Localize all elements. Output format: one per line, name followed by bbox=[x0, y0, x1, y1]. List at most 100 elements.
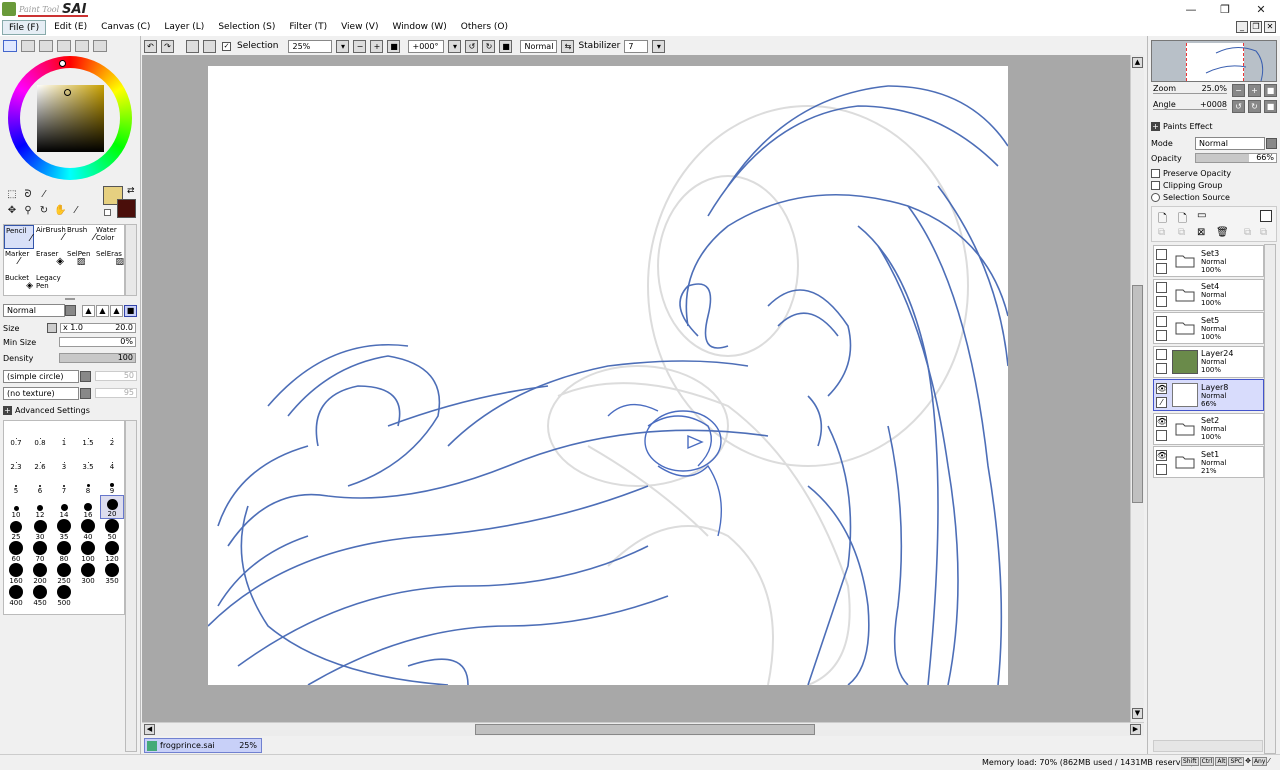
size-slider[interactable]: x 1.0 20.0 bbox=[60, 323, 136, 333]
document-tab[interactable]: frogprince.sai 25% bbox=[144, 738, 262, 753]
expand-plus-icon[interactable]: + bbox=[3, 406, 12, 415]
edge-hard-icon[interactable]: ▲ bbox=[110, 305, 123, 317]
brush-size-preset[interactable]: 200 bbox=[28, 561, 52, 585]
brush-size-preset[interactable]: 350 bbox=[100, 561, 124, 585]
brush-size-preset[interactable]: 2 bbox=[100, 423, 124, 447]
zoom-in-icon[interactable]: + bbox=[370, 39, 384, 53]
nav-rotate-left-icon[interactable]: ↺ bbox=[1232, 100, 1245, 113]
tool-seleras[interactable]: SelEras ▨ bbox=[95, 249, 125, 273]
scroll-right-icon[interactable]: ▶ bbox=[1130, 724, 1141, 735]
layer-item[interactable]: Set5 Normal 100% bbox=[1153, 312, 1264, 344]
brush-size-preset[interactable]: 10 bbox=[4, 495, 28, 519]
density-slider[interactable]: 100 bbox=[59, 353, 136, 363]
layer-item[interactable]: 👁 Set2 Normal 100% bbox=[1153, 412, 1264, 445]
brush-mode-dropdown[interactable]: Normal bbox=[3, 304, 65, 317]
rotation-input[interactable]: +000° bbox=[408, 39, 445, 53]
canvas-paper[interactable] bbox=[208, 66, 1008, 685]
brush-size-preset[interactable]: 7 bbox=[52, 471, 76, 495]
brush-size-preset[interactable]: 20 bbox=[100, 495, 124, 519]
brush-size-preset[interactable]: 35 bbox=[52, 517, 76, 541]
size-mult-arrow-icon[interactable] bbox=[47, 323, 57, 333]
layer-visibility-eye-icon[interactable]: 👁 bbox=[1156, 416, 1167, 427]
brush-size-preset[interactable]: 12 bbox=[28, 495, 52, 519]
clipping-group-row[interactable]: Clipping Group bbox=[1151, 181, 1222, 190]
brush-size-preset[interactable]: 30 bbox=[28, 517, 52, 541]
layer-list-hscrollbar[interactable] bbox=[1153, 740, 1263, 752]
layer-visibility-eye-icon[interactable] bbox=[1156, 282, 1167, 293]
brush-size-preset[interactable]: 80 bbox=[52, 539, 76, 563]
rotate-left-icon[interactable]: ↺ bbox=[465, 39, 479, 53]
menu-others[interactable]: Others (O) bbox=[455, 20, 514, 35]
mdi-minimize-button[interactable]: _ bbox=[1236, 21, 1248, 33]
canvas-vertical-scrollbar[interactable]: ▲ ▼ bbox=[1130, 55, 1144, 722]
canvas-blend-mode[interactable]: Normal bbox=[520, 39, 558, 53]
vertical-scroll-thumb[interactable] bbox=[1132, 285, 1143, 503]
zoom-reset-icon[interactable]: ■ bbox=[387, 39, 401, 53]
expand-plus-icon[interactable]: + bbox=[1151, 122, 1160, 131]
brush-size-preset[interactable]: 5 bbox=[4, 471, 28, 495]
layer-visibility-eye-icon[interactable] bbox=[1156, 315, 1167, 327]
brush-size-preset[interactable]: 14 bbox=[52, 495, 76, 519]
nav-rotate-reset-icon[interactable]: ■ bbox=[1264, 100, 1277, 113]
menu-edit[interactable]: Edit (E) bbox=[48, 20, 93, 35]
zoom-input[interactable]: 25% bbox=[288, 39, 333, 53]
layer-lock-icon[interactable] bbox=[1156, 262, 1167, 274]
selection-checkbox[interactable]: ✓ bbox=[222, 41, 231, 51]
hsv-slider-tab-icon[interactable] bbox=[39, 40, 53, 52]
magic-wand-icon[interactable]: ⁄ bbox=[38, 189, 50, 201]
brush-shape-dropdown[interactable]: (simple circle) bbox=[3, 370, 79, 383]
menu-canvas[interactable]: Canvas (C) bbox=[95, 20, 156, 35]
preserve-opacity-checkbox[interactable] bbox=[1151, 169, 1160, 178]
layer-visibility-eye-icon[interactable]: 👁 bbox=[1156, 382, 1167, 394]
hand-icon[interactable]: ✋ bbox=[54, 205, 66, 217]
layer-lock-icon[interactable] bbox=[1156, 463, 1167, 475]
layer-lock-icon[interactable] bbox=[1156, 329, 1167, 341]
brush-size-preset[interactable]: 60 bbox=[4, 539, 28, 563]
layer-lock-icon[interactable] bbox=[1156, 296, 1167, 307]
menu-file[interactable]: File (F) bbox=[2, 19, 47, 35]
brush-size-preset[interactable]: 40 bbox=[76, 517, 100, 541]
brush-size-preset[interactable]: 400 bbox=[4, 583, 28, 607]
minimize-button[interactable]: — bbox=[1176, 0, 1206, 18]
brush-size-preset[interactable]: 2.3 bbox=[4, 447, 28, 471]
secondary-color-swatch[interactable] bbox=[117, 199, 136, 218]
brush-size-scrollbar[interactable] bbox=[125, 420, 137, 752]
layer-item[interactable]: 👁 Set1 Normal 21% bbox=[1153, 446, 1264, 478]
flatten-icon[interactable]: ⧉ bbox=[1260, 227, 1267, 238]
brush-size-preset[interactable]: 8 bbox=[76, 471, 100, 495]
menu-filter[interactable]: Filter (T) bbox=[283, 20, 333, 35]
zoom-icon[interactable]: ⚲ bbox=[22, 205, 34, 217]
brush-size-preset[interactable]: 3 bbox=[52, 447, 76, 471]
zoom-out-icon[interactable]: − bbox=[353, 39, 367, 53]
brush-size-preset[interactable]: 120 bbox=[100, 539, 124, 563]
brush-size-preset[interactable]: 3.5 bbox=[76, 447, 100, 471]
panel-splitter[interactable] bbox=[65, 298, 75, 300]
merge-visible-icon[interactable]: ⧉ bbox=[1244, 227, 1251, 238]
clear-layer-icon[interactable]: ⊠ bbox=[1197, 227, 1205, 238]
brush-size-preset[interactable]: 2.6 bbox=[28, 447, 52, 471]
navigator-preview[interactable] bbox=[1151, 40, 1277, 82]
eyedropper-icon[interactable]: ⁄ bbox=[70, 205, 82, 217]
brush-size-preset[interactable]: 160 bbox=[4, 561, 28, 585]
brush-size-preset[interactable]: 70 bbox=[28, 539, 52, 563]
menu-view[interactable]: View (V) bbox=[335, 20, 384, 35]
rotate-icon[interactable]: ↻ bbox=[38, 205, 50, 217]
invert-selection-icon[interactable] bbox=[203, 39, 216, 53]
scroll-left-icon[interactable]: ◀ bbox=[144, 724, 155, 735]
preserve-opacity-row[interactable]: Preserve Opacity bbox=[1151, 169, 1231, 178]
selection-source-radio[interactable] bbox=[1151, 193, 1160, 202]
brush-size-preset[interactable]: 4 bbox=[100, 447, 124, 471]
clipping-group-checkbox[interactable] bbox=[1151, 181, 1160, 190]
brush-size-preset[interactable]: 50 bbox=[100, 517, 124, 541]
menu-selection[interactable]: Selection (S) bbox=[212, 20, 281, 35]
scroll-down-icon[interactable]: ▼ bbox=[1132, 708, 1143, 719]
layer-list-scrollbar[interactable] bbox=[1264, 244, 1276, 754]
tool-grid-scrollbar[interactable] bbox=[125, 224, 137, 296]
layer-mode-arrow-icon[interactable] bbox=[1266, 138, 1277, 149]
layer-lock-icon[interactable]: ⁄ bbox=[1156, 396, 1167, 408]
swap-colors-icon[interactable]: ⇄ bbox=[127, 186, 135, 196]
layer-item[interactable]: Set4 Normal 100% bbox=[1153, 278, 1264, 311]
edge-square-icon[interactable]: ■ bbox=[124, 305, 137, 317]
tool-legacy-pen[interactable]: Legacy Pen bbox=[35, 273, 65, 297]
saturation-value-square[interactable] bbox=[37, 85, 104, 152]
